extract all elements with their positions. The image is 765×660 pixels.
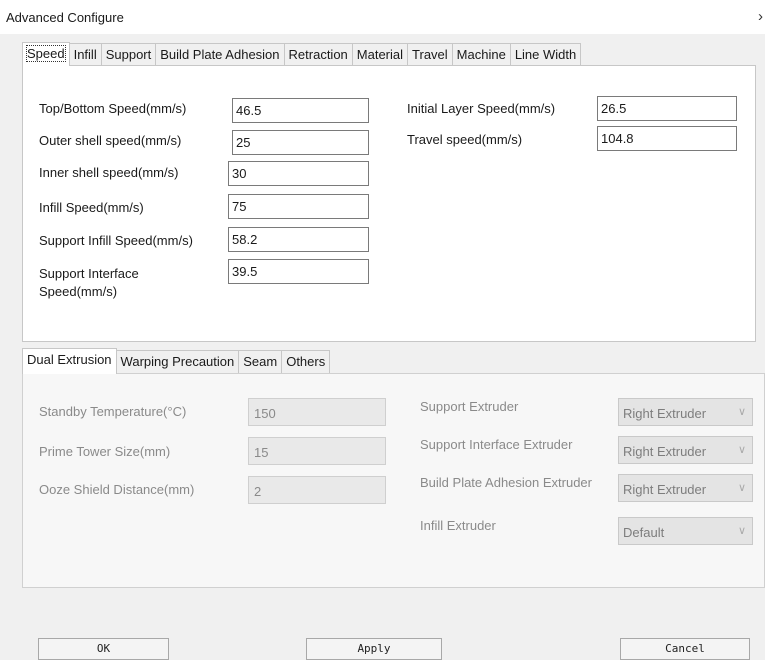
travel-speed-input[interactable]: 104.8 [597,126,737,151]
tab-material[interactable]: Material [351,43,409,65]
close-icon[interactable]: › [758,8,763,25]
apply-button[interactable]: Apply [306,638,442,660]
tab-warping-precaution[interactable]: Warping Precaution [115,350,240,373]
ooze-shield-distance-label: Ooze Shield Distance(mm) [39,482,195,497]
window-title: Advanced Configure [6,10,124,25]
outer-shell-speed-input[interactable]: 25 [232,130,369,155]
build-plate-adhesion-extruder-value: Right Extruder [623,482,707,497]
infill-extruder-value: Default [623,525,665,540]
infill-extruder-select[interactable]: Default ∨ [618,517,753,545]
tab-support[interactable]: Support [100,43,157,65]
outer-shell-speed-label: Outer shell speed(mm/s) [39,133,182,148]
support-infill-speed-label: Support Infill Speed(mm/s) [39,233,193,248]
top-bottom-speed-input[interactable]: 46.5 [232,98,369,123]
support-extruder-select[interactable]: Right Extruder ∨ [618,398,753,426]
infill-extruder-label: Infill Extruder [420,518,496,533]
chevron-down-icon: ∨ [737,444,746,456]
support-interface-extruder-label: Support Interface Extruder [420,437,573,452]
inner-shell-speed-label: Inner shell speed(mm/s) [39,165,179,180]
top-bottom-speed-label: Top/Bottom Speed(mm/s) [39,101,187,116]
build-plate-adhesion-extruder-select[interactable]: Right Extruder ∨ [618,474,753,502]
standby-temperature-label: Standby Temperature(°C) [39,404,187,419]
support-interface-speed-label-unit: Speed(mm/s) [39,284,118,299]
travel-speed-label: Travel speed(mm/s) [407,132,523,147]
support-interface-extruder-select[interactable]: Right Extruder ∨ [618,436,753,464]
support-extruder-label: Support Extruder [420,399,519,414]
main-tab-bar: Speed Infill Support Build Plate Adhesio… [22,42,582,66]
prime-tower-size-label: Prime Tower Size(mm) [39,444,171,459]
infill-speed-label: Infill Speed(mm/s) [39,200,144,215]
initial-layer-speed-label: Initial Layer Speed(mm/s) [407,101,556,116]
cancel-button[interactable]: Cancel [620,638,750,660]
chevron-down-icon: ∨ [737,525,746,537]
tab-travel[interactable]: Travel [407,43,453,65]
chevron-down-icon: ∨ [737,406,746,418]
lower-tab-bar: Dual Extrusion Warping Precaution Seam O… [22,347,331,374]
support-infill-speed-input[interactable]: 58.2 [228,227,369,252]
speed-panel: Top/Bottom Speed(mm/s) 46.5 Outer shell … [22,65,756,342]
title-bar: Advanced Configure › [0,0,765,34]
support-interface-speed-label: Support Interface [39,266,139,281]
standby-temperature-input[interactable]: 150 [248,398,386,426]
prime-tower-size-input[interactable]: 15 [248,437,386,465]
ok-button[interactable]: OK [38,638,169,660]
tab-retraction[interactable]: Retraction [283,43,353,65]
tab-line-width[interactable]: Line Width [509,43,582,65]
ooze-shield-distance-input[interactable]: 2 [248,476,386,504]
dual-extrusion-panel: Standby Temperature(°C) 150 Prime Tower … [22,373,765,588]
inner-shell-speed-input[interactable]: 30 [228,161,369,186]
tab-speed[interactable]: Speed [22,42,70,66]
infill-speed-input[interactable]: 75 [228,194,369,219]
initial-layer-speed-input[interactable]: 26.5 [597,96,737,121]
tab-others[interactable]: Others [281,350,331,373]
tab-dual-extrusion[interactable]: Dual Extrusion [22,348,117,374]
build-plate-adhesion-extruder-label: Build Plate Adhesion Extruder [420,475,592,490]
tab-seam[interactable]: Seam [238,350,283,373]
tab-infill[interactable]: Infill [68,43,102,65]
tab-build-plate-adhesion[interactable]: Build Plate Adhesion [155,43,285,65]
support-interface-extruder-value: Right Extruder [623,444,707,459]
tab-machine[interactable]: Machine [451,43,511,65]
chevron-down-icon: ∨ [737,482,746,494]
support-interface-speed-input[interactable]: 39.5 [228,259,369,284]
support-extruder-value: Right Extruder [623,406,707,421]
